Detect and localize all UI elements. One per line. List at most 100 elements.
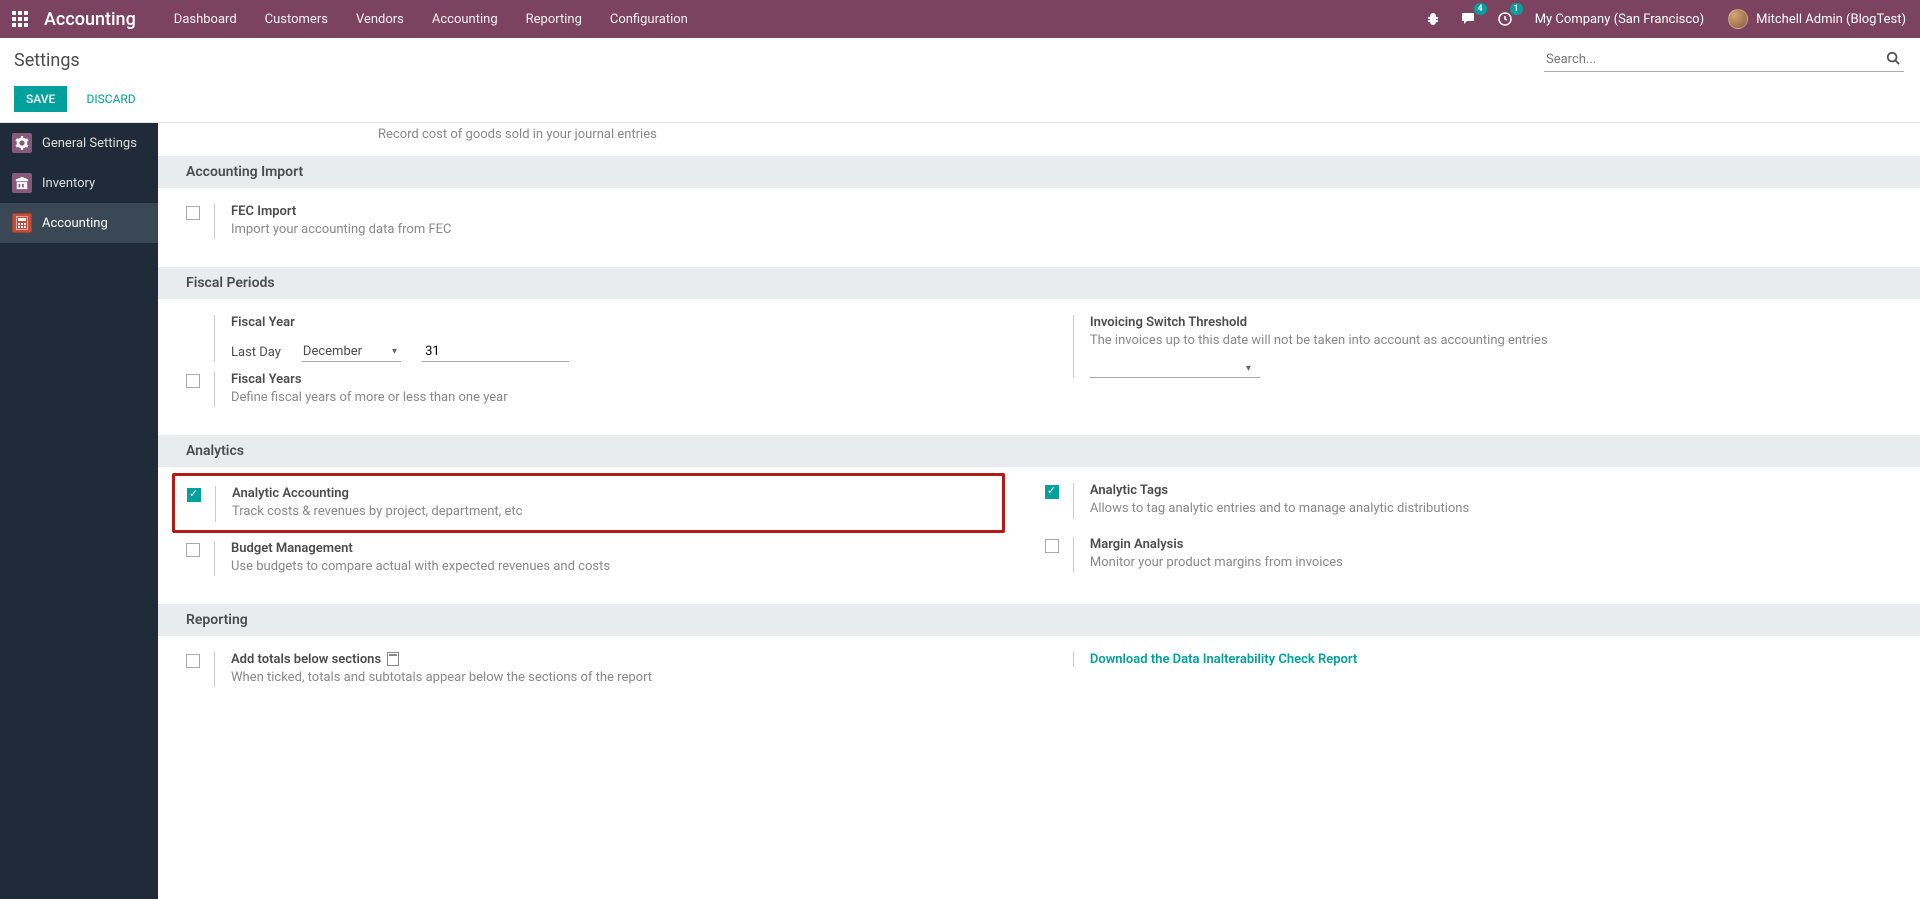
fec-import-checkbox[interactable] [186, 206, 200, 220]
navbar: Accounting Dashboard Customers Vendors A… [0, 0, 1920, 38]
apps-icon[interactable] [8, 7, 32, 31]
search-box [1544, 48, 1904, 72]
nav-reporting[interactable]: Reporting [512, 12, 596, 27]
section-accounting-import: Accounting Import [158, 156, 1920, 188]
nav-dashboard[interactable]: Dashboard [160, 12, 251, 27]
section-fiscal-periods: Fiscal Periods [158, 267, 1920, 299]
setting-fiscal-year: Fiscal Year Last Day December ▾ [186, 315, 1005, 362]
nav-accounting[interactable]: Accounting [418, 12, 512, 27]
divider [1073, 652, 1074, 667]
divider [214, 315, 215, 362]
sidebar-item-inventory[interactable]: Inventory [0, 163, 158, 203]
setting-body: Analytic Tags Allows to tag analytic ent… [1090, 483, 1864, 518]
messages-badge: 4 [1474, 3, 1487, 15]
main: General Settings Inventory Accounting Re… [0, 123, 1920, 899]
setting-title: Fiscal Year [231, 315, 1005, 330]
divider [1073, 315, 1074, 378]
chevron-down-icon: ▾ [1246, 363, 1251, 374]
truncated-previous-setting: Record cost of goods sold in your journa… [158, 123, 1920, 154]
navbar-right: 4 1 My Company (San Francisco) Mitchell … [1421, 7, 1912, 31]
settings-col: Invoicing Switch Threshold The invoices … [1045, 315, 1864, 425]
sidebar-item-label: Accounting [42, 216, 108, 231]
setting-body: Add totals below sections When ticked, t… [231, 652, 1005, 687]
last-day-label: Last Day [231, 345, 281, 360]
setting-desc: Define fiscal years of more or less than… [231, 389, 1005, 407]
section-reporting: Reporting [158, 604, 1920, 636]
setting-desc: Allows to tag analytic entries and to ma… [1090, 500, 1864, 518]
divider [214, 541, 215, 576]
month-select[interactable]: December ▾ [301, 342, 401, 362]
analytic-accounting-checkbox[interactable] [187, 488, 201, 502]
setting-title: Budget Management [231, 541, 1005, 556]
control-panel: Settings [0, 38, 1920, 80]
search-icon[interactable] [1882, 49, 1904, 71]
setting-fiscal-years: Fiscal Years Define fiscal years of more… [186, 372, 1005, 407]
settings-row: FEC Import Import your accounting data f… [158, 188, 1920, 265]
totals-checkbox[interactable] [186, 654, 200, 668]
download-inalterability-link[interactable]: Download the Data Inalterability Check R… [1090, 652, 1357, 667]
setting-title: Fiscal Years [231, 372, 1005, 387]
highlight-analytic-accounting: Analytic Accounting Track costs & revenu… [172, 473, 1005, 532]
setting-desc: Monitor your product margins from invoic… [1090, 554, 1864, 572]
settings-col: Download the Data Inalterability Check R… [1045, 652, 1864, 705]
setting-fec-import: FEC Import Import your accounting data f… [186, 204, 1005, 239]
setting-title: Analytic Tags [1090, 483, 1864, 498]
activities-icon[interactable]: 1 [1493, 7, 1517, 31]
threshold-date-input[interactable] [1090, 358, 1260, 378]
settings-col: Fiscal Year Last Day December ▾ [186, 315, 1005, 425]
gear-icon [12, 133, 32, 153]
setting-body: Fiscal Years Define fiscal years of more… [231, 372, 1005, 407]
setting-title: FEC Import [231, 204, 1005, 219]
setting-download-report: Download the Data Inalterability Check R… [1045, 652, 1864, 667]
nav-customers[interactable]: Customers [251, 12, 342, 27]
content[interactable]: Record cost of goods sold in your journa… [158, 123, 1920, 899]
app-brand[interactable]: Accounting [44, 9, 136, 30]
page-title: Settings [14, 50, 80, 71]
accounting-icon [12, 213, 32, 233]
sidebar-item-general[interactable]: General Settings [0, 123, 158, 163]
chevron-down-icon: ▾ [392, 346, 397, 357]
nav-configuration[interactable]: Configuration [596, 12, 702, 27]
margin-checkbox[interactable] [1045, 539, 1059, 553]
divider [214, 204, 215, 239]
analytic-tags-checkbox[interactable] [1045, 485, 1059, 499]
setting-body: Margin Analysis Monitor your product mar… [1090, 537, 1864, 572]
setting-body: Budget Management Use budgets to compare… [231, 541, 1005, 576]
divider [1073, 537, 1074, 572]
setting-desc: The invoices up to this date will not be… [1090, 332, 1864, 350]
setting-body: Analytic Accounting Track costs & revenu… [232, 486, 990, 521]
debug-icon[interactable] [1421, 7, 1445, 31]
search-input[interactable] [1544, 48, 1882, 71]
setting-analytic-tags: Analytic Tags Allows to tag analytic ent… [1045, 483, 1864, 518]
sidebar-item-accounting[interactable]: Accounting [0, 203, 158, 243]
fiscal-years-checkbox[interactable] [186, 374, 200, 388]
company-switcher[interactable]: My Company (San Francisco) [1529, 12, 1710, 27]
user-menu[interactable]: Mitchell Admin (BlogTest) [1722, 9, 1912, 29]
setting-title: Invoicing Switch Threshold [1090, 315, 1864, 330]
setting-body: Download the Data Inalterability Check R… [1090, 652, 1864, 667]
fiscal-last-day-row: Last Day December ▾ [231, 342, 1005, 362]
divider [1073, 483, 1074, 518]
setting-budget-management: Budget Management Use budgets to compare… [186, 541, 1005, 576]
setting-body: Fiscal Year Last Day December ▾ [231, 315, 1005, 362]
settings-col: Add totals below sections When ticked, t… [186, 652, 1005, 705]
setting-analytic-accounting: Analytic Accounting Track costs & revenu… [187, 486, 990, 521]
sidebar-item-label: Inventory [42, 176, 95, 191]
setting-body: Invoicing Switch Threshold The invoices … [1090, 315, 1864, 378]
save-button[interactable]: SAVE [14, 86, 67, 112]
setting-add-totals: Add totals below sections When ticked, t… [186, 652, 1005, 687]
day-input[interactable] [421, 342, 569, 362]
nav-vendors[interactable]: Vendors [342, 12, 418, 27]
setting-desc: Import your accounting data from FEC [231, 221, 1005, 239]
budget-checkbox[interactable] [186, 543, 200, 557]
settings-col: FEC Import Import your accounting data f… [186, 204, 1005, 257]
setting-title: Margin Analysis [1090, 537, 1864, 552]
settings-row: Fiscal Year Last Day December ▾ [158, 299, 1920, 433]
messages-icon[interactable]: 4 [1457, 7, 1481, 31]
activities-badge: 1 [1510, 3, 1523, 15]
sidebar: General Settings Inventory Accounting [0, 123, 158, 899]
action-bar: SAVE DISCARD [0, 80, 1920, 123]
setting-body: FEC Import Import your accounting data f… [231, 204, 1005, 239]
user-name: Mitchell Admin (BlogTest) [1756, 12, 1906, 27]
discard-button[interactable]: DISCARD [79, 86, 144, 112]
